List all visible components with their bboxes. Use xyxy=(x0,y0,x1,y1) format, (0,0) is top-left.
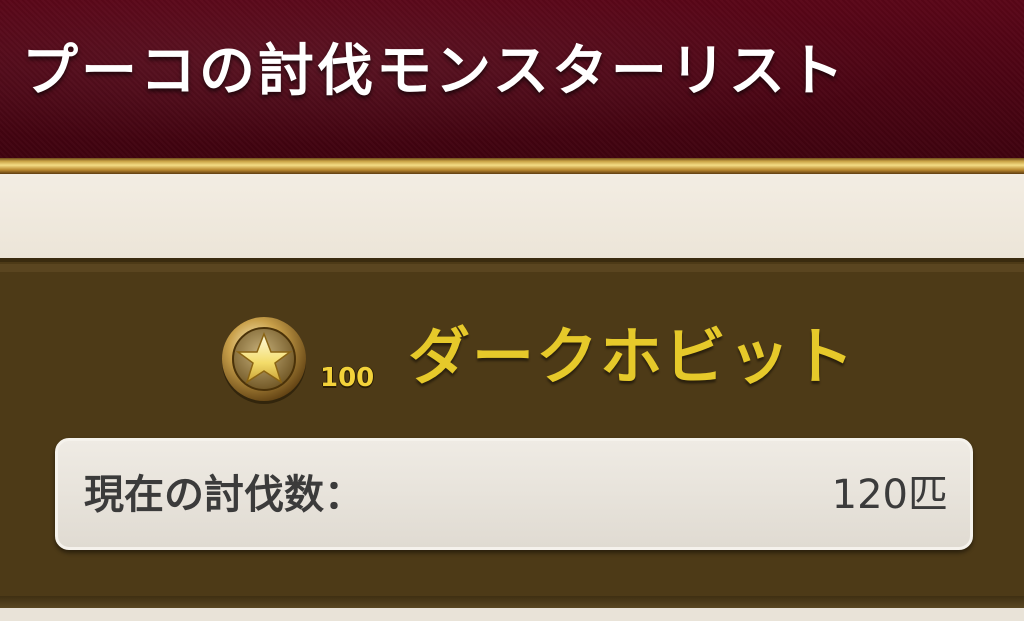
gold-divider xyxy=(0,158,1024,174)
monster-panel xyxy=(0,258,1024,608)
kill-count-value: 120匹 xyxy=(831,472,948,518)
monster-name: ダークホビット xyxy=(408,320,857,393)
kill-count-box: 現在の討伐数： 120匹 xyxy=(55,438,973,550)
spacer-band xyxy=(0,174,1024,258)
panel-top-border xyxy=(0,264,1024,272)
panel-bottom-border xyxy=(0,596,1024,608)
header-banner: プーコの討伐モンスターリスト xyxy=(0,0,1024,160)
star-medal-icon xyxy=(218,314,310,406)
page-title: プーコの討伐モンスターリスト xyxy=(22,39,847,104)
kill-count-label: 現在の討伐数： xyxy=(84,472,364,518)
monster-list-screen: プーコの討伐モンスターリスト 100 ダークホビット 現在の討伐数： 120匹 xyxy=(0,0,1024,621)
rank-count: 100 xyxy=(320,363,375,393)
bottom-band xyxy=(0,608,1024,621)
